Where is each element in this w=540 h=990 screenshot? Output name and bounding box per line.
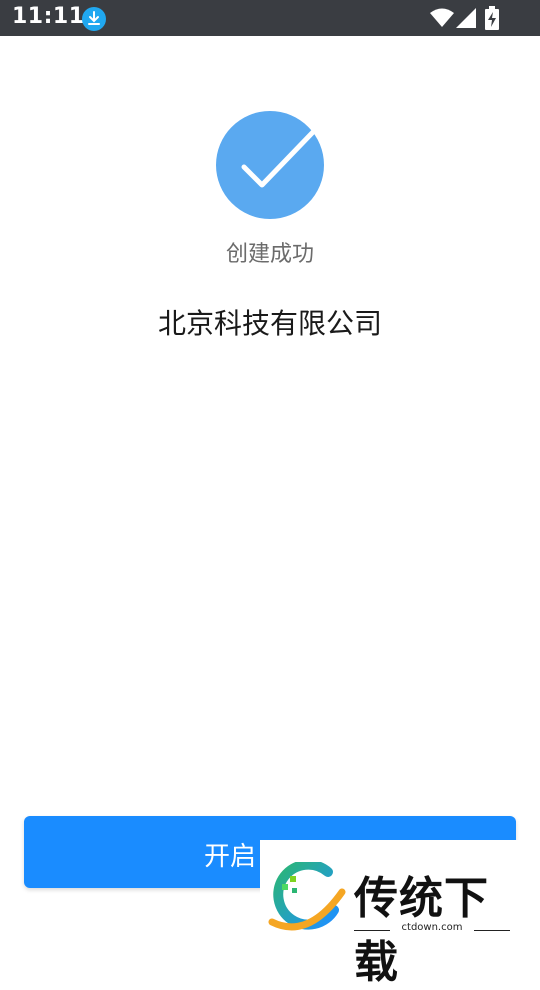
company-name: 北京科技有限公司 [157, 307, 382, 340]
ctdown-logo-icon [268, 862, 346, 931]
success-label: 创建成功 [225, 242, 314, 267]
start-button-label: 开启 [204, 842, 257, 872]
battery-charging-icon [485, 6, 499, 30]
wifi-icon [430, 8, 454, 27]
check-circle-icon [216, 111, 324, 219]
signal-icon [456, 8, 476, 28]
watermark-subtitle: ctdown.com [401, 922, 463, 933]
status-time: 11:11 [12, 4, 85, 29]
status-bar: 11:11 [0, 0, 540, 36]
watermark: 传统下载 ctdown.com [260, 840, 520, 988]
download-notification-icon [82, 7, 106, 31]
watermark-divider-right [474, 930, 510, 931]
